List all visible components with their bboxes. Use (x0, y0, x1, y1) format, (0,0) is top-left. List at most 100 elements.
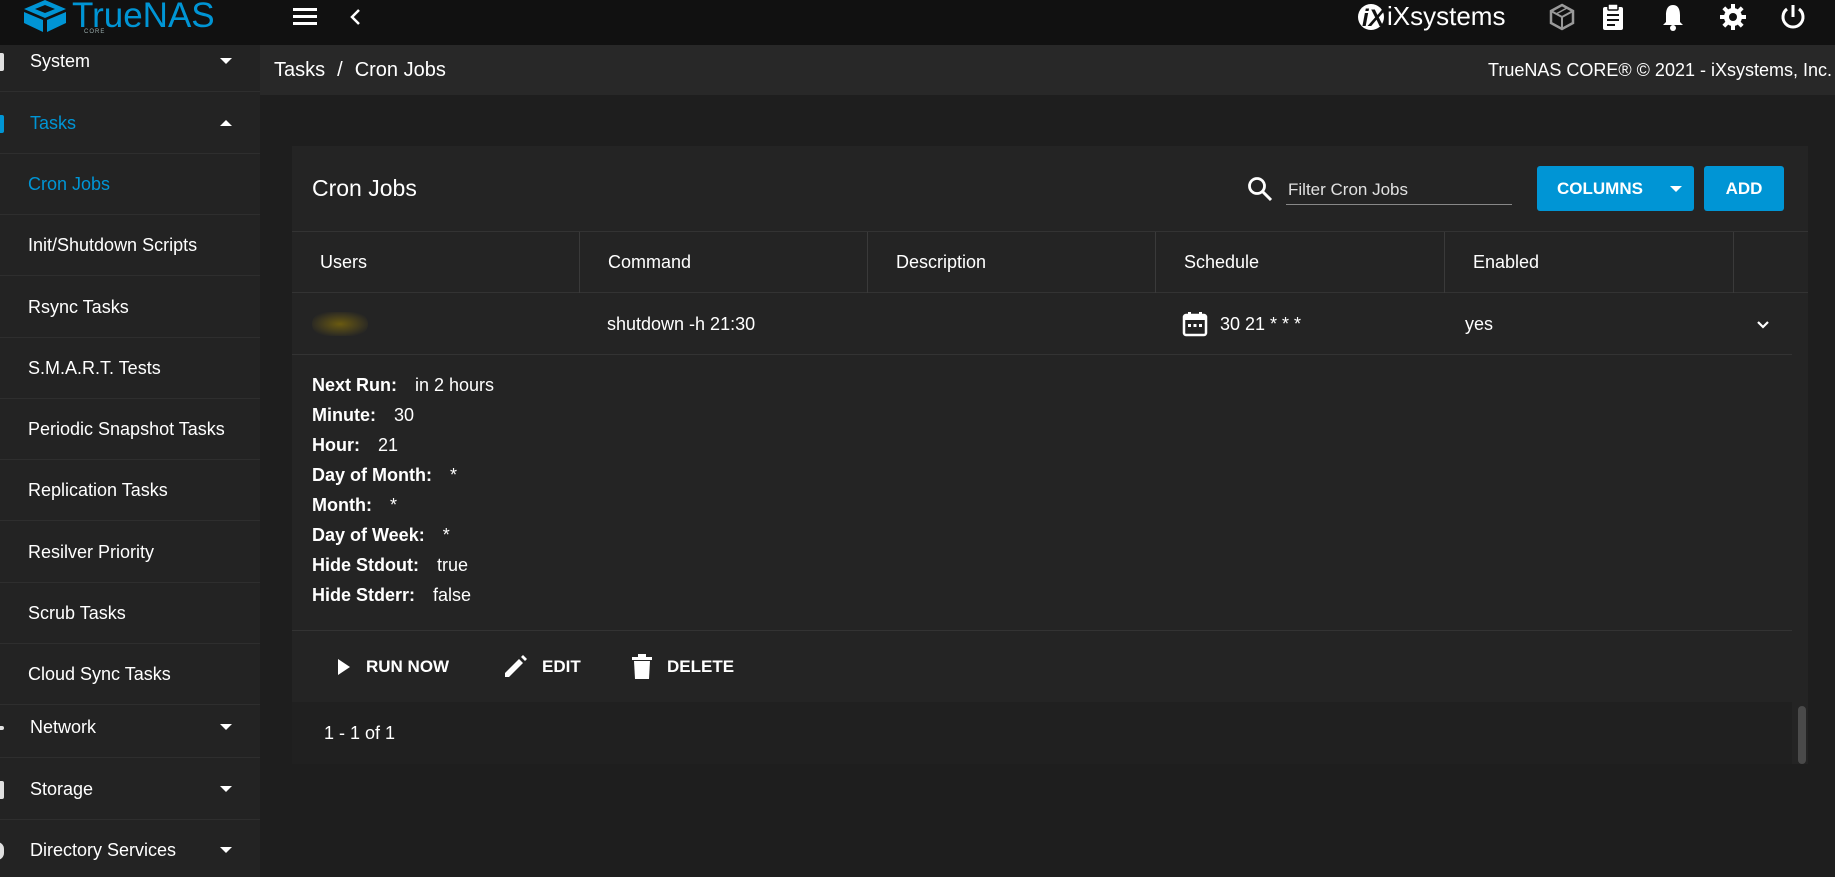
sidebar-subitem-replication-tasks[interactable]: Replication Tasks (0, 460, 260, 521)
detail-key: Day of Month: (312, 465, 432, 485)
columns-button[interactable]: COLUMNS (1537, 166, 1694, 211)
chevron-down-icon (220, 58, 232, 64)
ixsystems-logo: iX iXsystems (1357, 0, 1507, 34)
table-footer: 1 - 1 of 1 (292, 702, 1792, 764)
run-now-label: RUN NOW (366, 657, 450, 676)
detail-month: Month: * (312, 490, 397, 520)
sidebar-item-label: Tasks (30, 113, 77, 133)
breadcrumb-separator: / (337, 59, 343, 81)
svg-text:iX: iX (1362, 5, 1387, 32)
network-icon (0, 726, 4, 730)
sidebar-item-label: Directory Services (30, 840, 177, 860)
breadcrumb: Tasks / Cron Jobs (274, 45, 446, 95)
breadcrumb-current: Cron Jobs (354, 59, 446, 81)
truenas-logo[interactable]: TrueNAS CORE (22, 0, 215, 38)
pagination-range: 1 - 1 of 1 (324, 723, 396, 743)
detail-next-run: Next Run: in 2 hours (312, 370, 494, 400)
clipboard-icon[interactable] (1598, 2, 1628, 32)
chevron-down-icon (220, 847, 232, 853)
sidebar-subitem-label: Scrub Tasks (28, 603, 126, 623)
sidebar-item-directory-services[interactable]: Directory Services (0, 820, 260, 877)
delete-label: DELETE (667, 657, 735, 676)
table-header: Users Command Description Schedule Enabl… (292, 231, 1808, 293)
column-header-description[interactable]: Description (868, 232, 1156, 293)
detail-value: false (433, 585, 472, 605)
back-chevron-icon[interactable] (341, 2, 371, 32)
detail-key: Hour: (312, 435, 360, 455)
detail-key: Hide Stdout: (312, 555, 419, 575)
sidebar-subitem-cron-jobs[interactable]: Cron Jobs (0, 154, 260, 215)
pencil-icon (505, 655, 527, 677)
column-header-enabled[interactable]: Enabled (1445, 232, 1734, 293)
card-header: Cron Jobs COLUMNS ADD (292, 146, 1808, 231)
filter-input[interactable] (1286, 175, 1512, 205)
chevron-down-icon (220, 786, 232, 792)
sidebar-subitem-rsync-tasks[interactable]: Rsync Tasks (0, 277, 260, 338)
bell-icon[interactable] (1658, 2, 1688, 32)
column-header-users[interactable]: Users (292, 232, 580, 293)
delete-button[interactable]: DELETE (631, 631, 734, 703)
row-details: Next Run: in 2 hours Minute: 30 Hour: 21 Da… (292, 355, 1792, 625)
truecommand-icon[interactable] (1547, 2, 1577, 32)
sidebar-subitem-label: Replication Tasks (28, 480, 168, 500)
cell-schedule: 30 21 * * * (1220, 314, 1302, 334)
table-row[interactable]: shutdown -h 21:30 30 21 * * * yes (292, 293, 1792, 355)
page-title: Cron Jobs (312, 175, 417, 201)
chevron-down-icon (220, 724, 232, 730)
sidebar-subitem-label: Resilver Priority (28, 542, 155, 562)
power-icon[interactable] (1778, 2, 1808, 32)
tasks-icon (0, 115, 4, 133)
sidebar-subitem-label: Cron Jobs (28, 174, 111, 194)
logo-subtext: CORE (84, 29, 106, 35)
sidebar-subitem-scrub-tasks[interactable]: Scrub Tasks (0, 583, 260, 644)
system-icon (0, 53, 4, 71)
sidebar-subitem-periodic-snapshot-tasks[interactable]: Periodic Snapshot Tasks (0, 399, 260, 460)
add-button[interactable]: ADD (1704, 166, 1784, 211)
column-header-command[interactable]: Command (580, 232, 868, 293)
run-now-button[interactable]: RUN NOW (336, 631, 449, 703)
sidebar-subitem-label: Cloud Sync Tasks (28, 664, 171, 684)
gear-icon[interactable] (1718, 2, 1748, 32)
search-icon (1248, 177, 1273, 202)
menu-icon[interactable] (290, 2, 320, 32)
detail-minute: Minute: 30 (312, 400, 414, 430)
sidebar-item-system[interactable]: System (0, 45, 260, 92)
detail-value: 30 (393, 405, 415, 425)
logo-text: TrueNAS (72, 0, 215, 35)
detail-value: in 2 hours (415, 375, 495, 395)
cell-command: shutdown -h 21:30 (607, 314, 756, 334)
sidebar-item-label: Storage (30, 779, 94, 799)
column-header-schedule[interactable]: Schedule (1156, 232, 1445, 293)
chevron-up-icon (220, 120, 232, 126)
sidebar-subitem-cloud-sync-tasks[interactable]: Cloud Sync Tasks (0, 644, 260, 705)
sidebar-subitem-label: Periodic Snapshot Tasks (28, 419, 225, 439)
detail-key: Minute: (312, 405, 376, 425)
edit-label: EDIT (542, 657, 581, 676)
detail-value: 21 (378, 435, 399, 455)
row-actions: RUN NOW EDIT DELETE (292, 630, 1792, 702)
detail-key: Day of Week: (312, 525, 425, 545)
sidebar-item-storage[interactable]: Storage (0, 759, 260, 820)
detail-hide-stdout: Hide Stdout: true (312, 550, 468, 580)
edit-button[interactable]: EDIT (502, 631, 581, 703)
sidebar-item-network[interactable]: Network (0, 697, 260, 758)
storage-icon (0, 781, 4, 799)
scrollbar[interactable] (1798, 706, 1806, 764)
sidebar: System Tasks Cron Jobs Init/Shutdown Scr… (0, 45, 260, 877)
play-icon (338, 659, 350, 675)
sidebar-subitem-resilver-priority[interactable]: Resilver Priority (0, 522, 260, 583)
sidebar-item-label: Network (30, 717, 97, 737)
detail-key: Month: (312, 495, 372, 515)
sidebar-subitem-smart-tests[interactable]: S.M.A.R.T. Tests (0, 338, 260, 399)
chevron-down-icon[interactable] (1754, 315, 1772, 333)
sidebar-subitem-init-shutdown-scripts[interactable]: Init/Shutdown Scripts (0, 215, 260, 276)
detail-hour: Hour: 21 (312, 430, 398, 460)
detail-value: * (389, 495, 397, 515)
sidebar-item-label: System (30, 51, 91, 71)
detail-key: Hide Stderr: (312, 585, 416, 605)
breadcrumb-parent[interactable]: Tasks (274, 59, 325, 81)
trash-icon (632, 654, 652, 679)
sidebar-item-tasks[interactable]: Tasks (0, 93, 260, 154)
cell-enabled: yes (1465, 314, 1494, 334)
redacted-user (312, 312, 368, 336)
